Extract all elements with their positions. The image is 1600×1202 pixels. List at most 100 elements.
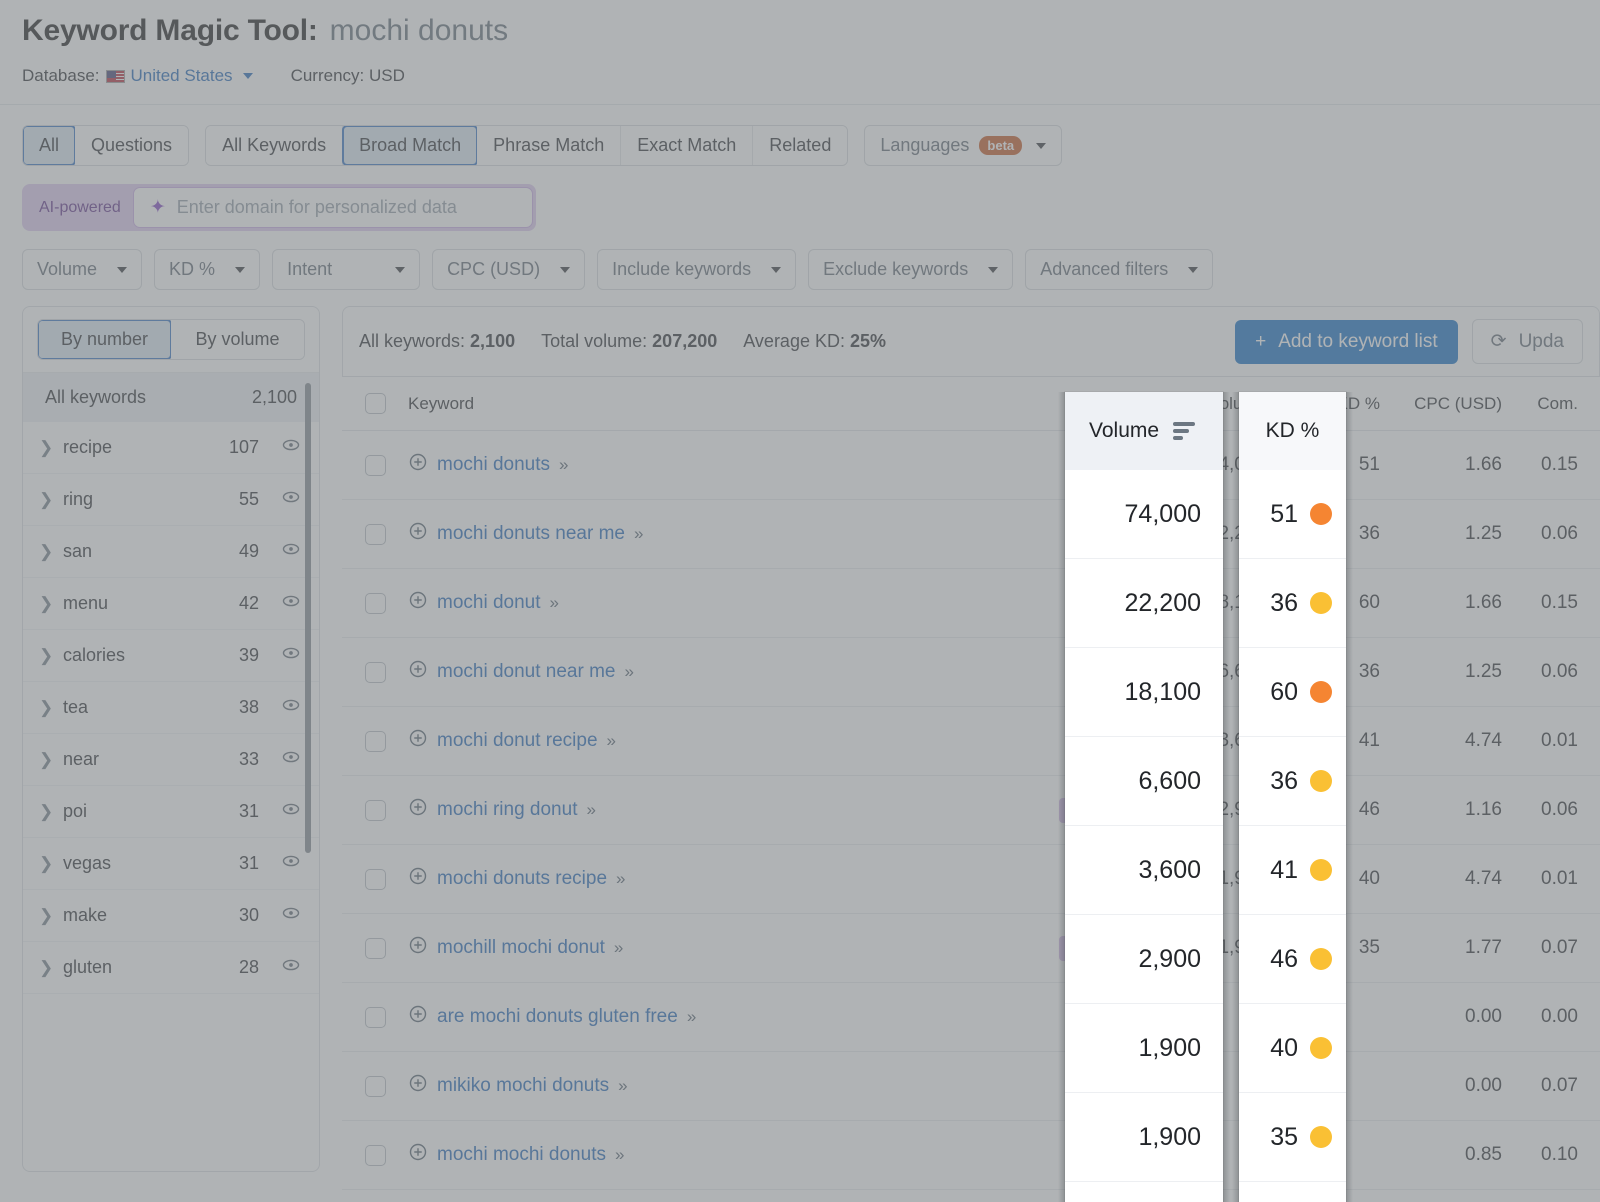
add-keyword-icon[interactable] — [408, 1004, 428, 1030]
eye-icon[interactable] — [281, 539, 301, 564]
sidebar-item-poi[interactable]: ❯poi31 — [23, 786, 319, 838]
filter-cpc[interactable]: CPC (USD) — [432, 249, 585, 290]
tab-broad-match[interactable]: Broad Match — [342, 125, 478, 166]
table-row[interactable]: mochi mochi donuts»C0.850.10 — [342, 1121, 1600, 1190]
table-row[interactable]: mochi donut»C18,100601.660.15 — [342, 569, 1600, 638]
tab-all-keywords[interactable]: All Keywords — [206, 126, 343, 165]
eye-icon[interactable] — [281, 955, 301, 980]
double-chevron-right-icon[interactable]: » — [614, 938, 622, 958]
add-keyword-icon[interactable] — [408, 797, 428, 823]
com-header[interactable]: Com. — [1514, 377, 1600, 431]
double-chevron-right-icon[interactable]: » — [615, 1145, 623, 1165]
keyword-link[interactable]: mochi donuts near me — [437, 523, 625, 545]
add-keyword-icon[interactable] — [408, 935, 428, 961]
database-value[interactable]: United States — [131, 66, 233, 86]
double-chevron-right-icon[interactable]: » — [618, 1076, 626, 1096]
tab-related[interactable]: Related — [753, 126, 847, 165]
row-checkbox[interactable] — [365, 455, 386, 476]
sidebar-item-calories[interactable]: ❯calories39 — [23, 630, 319, 682]
chevron-right-icon[interactable]: ❯ — [39, 646, 53, 666]
double-chevron-right-icon[interactable]: » — [559, 455, 567, 475]
chevron-right-icon[interactable]: ❯ — [39, 698, 53, 718]
sidebar-item-recipe[interactable]: ❯recipe107 — [23, 422, 319, 474]
sidebar-item-near[interactable]: ❯near33 — [23, 734, 319, 786]
eye-icon[interactable] — [281, 799, 301, 824]
row-checkbox[interactable] — [365, 800, 386, 821]
row-checkbox[interactable] — [365, 524, 386, 545]
keyword-link[interactable]: mochi donut recipe — [437, 730, 598, 752]
tab-exact-match[interactable]: Exact Match — [621, 126, 753, 165]
table-row[interactable]: mochi donut near me»T6,600361.250.06 — [342, 638, 1600, 707]
double-chevron-right-icon[interactable]: » — [616, 869, 624, 889]
double-chevron-right-icon[interactable]: » — [687, 1007, 695, 1027]
table-row[interactable]: mochi donut recipe»I3,600414.740.01 — [342, 707, 1600, 776]
chevron-right-icon[interactable]: ❯ — [39, 542, 53, 562]
eye-icon[interactable] — [281, 903, 301, 928]
double-chevron-right-icon[interactable]: » — [634, 524, 642, 544]
languages-dropdown[interactable]: Languages beta — [864, 125, 1062, 166]
eye-icon[interactable] — [281, 643, 301, 668]
eye-icon[interactable] — [281, 487, 301, 512]
tab-questions[interactable]: Questions — [75, 126, 188, 165]
sidebar-by-number[interactable]: By number — [37, 319, 172, 360]
filter-kd[interactable]: KD % — [154, 249, 260, 290]
sidebar-item-gluten[interactable]: ❯gluten28 — [23, 942, 319, 994]
cpc-header[interactable]: CPC (USD) — [1394, 377, 1514, 431]
database-selector[interactable]: Database: United States — [22, 66, 253, 86]
filter-include-keywords[interactable]: Include keywords — [597, 249, 796, 290]
table-row[interactable]: mochill mochi donut»NT1,900351.770.07 — [342, 914, 1600, 983]
eye-icon[interactable] — [281, 695, 301, 720]
double-chevron-right-icon[interactable]: » — [625, 662, 633, 682]
sidebar-scrollbar[interactable] — [305, 383, 311, 853]
add-keyword-icon[interactable] — [408, 521, 428, 547]
domain-input-placeholder[interactable]: Enter domain for personalized data — [177, 197, 457, 218]
tab-all[interactable]: All — [22, 125, 76, 166]
table-row[interactable]: mochi donuts near me»T22,200361.250.06 — [342, 500, 1600, 569]
row-checkbox[interactable] — [365, 1076, 386, 1097]
filter-advanced[interactable]: Advanced filters — [1025, 249, 1213, 290]
keyword-link[interactable]: mikiko mochi donuts — [437, 1075, 609, 1097]
sidebar-by-volume[interactable]: By volume — [171, 320, 304, 359]
double-chevron-right-icon[interactable]: » — [607, 731, 615, 751]
row-checkbox[interactable] — [365, 662, 386, 683]
add-keyword-icon[interactable] — [408, 1142, 428, 1168]
sidebar-item-tea[interactable]: ❯tea38 — [23, 682, 319, 734]
row-checkbox[interactable] — [365, 869, 386, 890]
sidebar-item-san[interactable]: ❯san49 — [23, 526, 319, 578]
sidebar-item-ring[interactable]: ❯ring55 — [23, 474, 319, 526]
chevron-right-icon[interactable]: ❯ — [39, 490, 53, 510]
eye-icon[interactable] — [281, 435, 301, 460]
keyword-link[interactable]: mochi mochi donuts — [437, 1144, 606, 1166]
double-chevron-right-icon[interactable]: » — [550, 593, 558, 613]
select-all-checkbox[interactable] — [365, 393, 386, 414]
sort-descending-icon[interactable] — [1173, 422, 1195, 440]
filter-intent[interactable]: Intent — [272, 249, 420, 290]
chevron-right-icon[interactable]: ❯ — [39, 594, 53, 614]
table-row[interactable]: mochi donuts recipe»I1,900404.740.01 — [342, 845, 1600, 914]
domain-input-wrapper[interactable]: ✦ Enter domain for personalized data — [133, 187, 533, 228]
table-row[interactable]: mikiko mochi donuts»N0.000.07 — [342, 1052, 1600, 1121]
table-row[interactable]: are mochi donuts gluten free»I0.000.00 — [342, 983, 1600, 1052]
row-checkbox[interactable] — [365, 938, 386, 959]
sidebar-all-keywords[interactable]: All keywords 2,100 — [23, 372, 319, 422]
filter-exclude-keywords[interactable]: Exclude keywords — [808, 249, 1013, 290]
sidebar-item-vegas[interactable]: ❯vegas31 — [23, 838, 319, 890]
row-checkbox[interactable] — [365, 1145, 386, 1166]
filter-volume[interactable]: Volume — [22, 249, 142, 290]
add-keyword-icon[interactable] — [408, 452, 428, 478]
eye-icon[interactable] — [281, 591, 301, 616]
row-checkbox[interactable] — [365, 1007, 386, 1028]
update-metrics-button[interactable]: ⟳ Upda — [1472, 319, 1583, 364]
add-keyword-icon[interactable] — [408, 1073, 428, 1099]
keyword-link[interactable]: mochi ring donut — [437, 799, 577, 821]
sidebar-item-make[interactable]: ❯make30 — [23, 890, 319, 942]
keyword-header[interactable]: Keyword — [408, 377, 1016, 431]
add-to-keyword-list-button[interactable]: + Add to keyword list — [1235, 320, 1458, 364]
chevron-right-icon[interactable]: ❯ — [39, 906, 53, 926]
add-keyword-icon[interactable] — [408, 659, 428, 685]
chevron-right-icon[interactable]: ❯ — [39, 854, 53, 874]
chevron-right-icon[interactable]: ❯ — [39, 958, 53, 978]
eye-icon[interactable] — [281, 747, 301, 772]
row-checkbox[interactable] — [365, 731, 386, 752]
sidebar-item-menu[interactable]: ❯menu42 — [23, 578, 319, 630]
